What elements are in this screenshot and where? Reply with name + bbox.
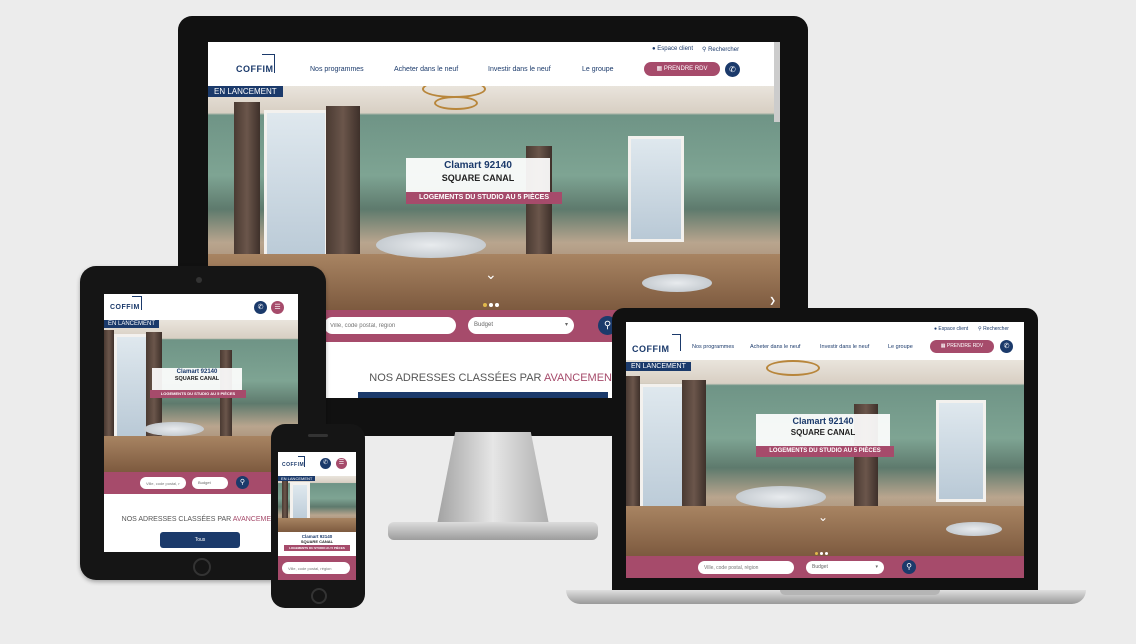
phone-speaker xyxy=(308,434,328,437)
hero-program-name: SQUARE CANAL xyxy=(174,376,220,382)
chevron-down-icon[interactable]: ⌄ xyxy=(485,266,497,283)
laptop-screen: ● Espace client ⚲ Rechercher COFFIM Nos … xyxy=(626,322,1024,578)
hero-program-name: SQUARE CANAL xyxy=(300,539,334,544)
site-header: ● Espace client ⚲ Rechercher COFFIM Nos … xyxy=(208,42,780,86)
launch-badge: EN LANCEMENT xyxy=(104,320,160,328)
phone-button[interactable]: ✆ xyxy=(320,458,331,469)
budget-select[interactable]: Budget ▾ xyxy=(806,561,884,574)
search-bar xyxy=(278,556,356,580)
hero-program-type: LOGEMENTS DU STUDIO AU 5 PIÈCES xyxy=(406,192,562,204)
chevron-down-icon: ▾ xyxy=(875,564,878,570)
section-title: NOS ADRESSES CLASSÉES PAR AVANCEMENT xyxy=(121,516,281,523)
hero-image xyxy=(278,476,356,532)
account-link[interactable]: ● Espace client xyxy=(652,46,693,52)
monitor-base xyxy=(388,522,598,540)
hero-city: Clamart 92140 xyxy=(444,160,512,171)
laptop-notch xyxy=(780,590,940,595)
menu-button[interactable]: ☰ xyxy=(271,301,284,314)
launch-badge: EN LANCEMENT xyxy=(208,86,283,97)
search-button[interactable]: ⚲ xyxy=(902,560,916,574)
hero-program-type: LOGEMENTS DU STUDIO AU 5 PIÈCES xyxy=(150,390,246,398)
budget-select[interactable]: Budget xyxy=(192,477,228,489)
search-icon: ⚲ xyxy=(603,320,612,331)
monitor-stand xyxy=(436,432,550,528)
phone-button[interactable]: ✆ xyxy=(725,62,740,77)
nav-investir[interactable]: Investir dans le neuf xyxy=(488,66,551,73)
status-tab[interactable] xyxy=(358,392,608,398)
chevron-down-icon[interactable]: ⌄ xyxy=(818,510,828,524)
hero-card[interactable]: Clamart 92140 SQUARE CANAL xyxy=(756,414,890,448)
menu-button[interactable]: ☰ xyxy=(336,458,347,469)
chevron-right-icon[interactable]: ❯ xyxy=(769,296,776,305)
menu-icon: ☰ xyxy=(338,460,345,466)
search-icon: ⚲ xyxy=(239,479,246,486)
tablet-screen: COFFIM ✆ ☰ EN LANCEMENT Clamart 92140 SQ… xyxy=(104,294,298,552)
chevron-down-icon: ▾ xyxy=(564,322,568,328)
search-icon: ⚲ xyxy=(906,562,912,571)
calendar-icon: ▦ xyxy=(940,343,946,349)
account-link[interactable]: ● Espace client xyxy=(934,326,968,332)
budget-select[interactable]: Budget ▾ xyxy=(468,317,574,334)
location-input[interactable] xyxy=(324,317,456,334)
site-logo[interactable]: COFFIM xyxy=(236,54,275,74)
menu-icon: ☰ xyxy=(274,304,281,311)
appointment-button[interactable]: ▦ PRENDRE RDV xyxy=(930,340,994,353)
calendar-icon: ▦ xyxy=(656,66,663,72)
location-input[interactable] xyxy=(698,561,794,574)
nav-groupe[interactable]: Le groupe xyxy=(582,66,614,73)
location-input[interactable] xyxy=(140,477,186,489)
nav-programmes[interactable]: Nos programmes xyxy=(310,66,364,73)
phone-button[interactable]: ✆ xyxy=(254,301,267,314)
hero-program-type: LOGEMENTS DU STUDIO AU 5 PIÈCES xyxy=(756,446,894,457)
slider-dots[interactable] xyxy=(194,462,209,472)
slider-dots[interactable] xyxy=(482,294,500,310)
hero-card[interactable]: Clamart 92140 SQUARE CANAL LOGEMENTS DU … xyxy=(284,534,350,556)
search-link[interactable]: ⚲ Rechercher xyxy=(978,326,1009,332)
site-logo[interactable]: COFFIM xyxy=(282,456,305,468)
appointment-button[interactable]: ▦ PRENDRE RDV xyxy=(644,62,720,76)
search-bar: Budget ⚲ xyxy=(104,472,298,494)
nav-investir[interactable]: Investir dans le neuf xyxy=(820,344,869,350)
phone-home-button[interactable] xyxy=(311,588,327,604)
tablet-home-button[interactable] xyxy=(193,558,211,576)
phone-icon: ✆ xyxy=(257,304,264,311)
hero-city: Clamart 92140 xyxy=(176,369,218,375)
nav-groupe[interactable]: Le groupe xyxy=(888,344,913,350)
phone-icon: ✆ xyxy=(1003,343,1010,350)
scrollbar[interactable] xyxy=(774,42,780,122)
hero-city: Clamart 92140 xyxy=(792,416,854,426)
phone-icon: ✆ xyxy=(729,65,736,74)
phone-icon: ✆ xyxy=(322,460,329,466)
launch-badge: EN LANCEMENT xyxy=(278,476,316,481)
nav-programmes[interactable]: Nos programmes xyxy=(692,344,734,350)
hero-image xyxy=(626,360,1024,556)
status-tab[interactable]: Tous xyxy=(160,532,240,548)
hero-program-type: LOGEMENTS DU STUDIO AU 5 PIÈCES xyxy=(284,545,350,551)
tablet-camera xyxy=(196,277,202,283)
hero-program-name: SQUARE CANAL xyxy=(790,428,856,437)
phone-screen: COFFIM ✆ ☰ EN LANCEMENT Clamart 92140 SQ… xyxy=(278,452,356,580)
site-logo[interactable]: COFFIM xyxy=(110,296,142,311)
site-logo[interactable]: COFFIM xyxy=(632,334,681,354)
hero-program-name: SQUARE CANAL xyxy=(441,173,515,183)
launch-badge: EN LANCEMENT xyxy=(626,362,691,371)
slider-dots[interactable] xyxy=(814,542,829,556)
search-button[interactable]: ⚲ xyxy=(236,476,249,489)
location-input[interactable] xyxy=(282,562,350,574)
nav-acheter[interactable]: Acheter dans le neuf xyxy=(394,66,458,73)
search-link[interactable]: ⚲ Rechercher xyxy=(702,46,739,53)
phone-button[interactable]: ✆ xyxy=(1000,340,1013,353)
search-bar: Budget▾ ⚲ xyxy=(626,556,1024,578)
nav-acheter[interactable]: Acheter dans le neuf xyxy=(750,344,800,350)
